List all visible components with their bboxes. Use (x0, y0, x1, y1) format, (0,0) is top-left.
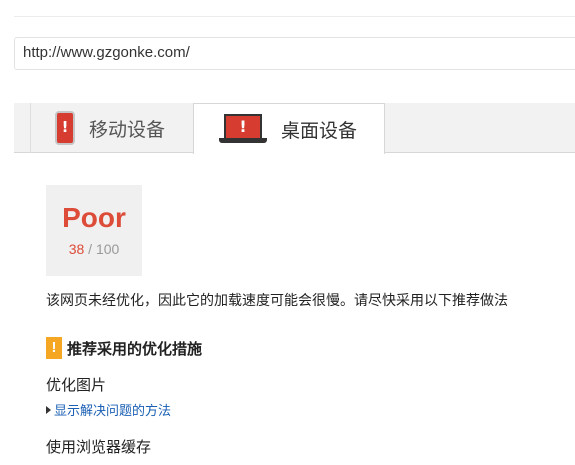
show-fix-link-label: 显示解决问题的方法 (54, 404, 172, 419)
score-separator: / (84, 241, 96, 257)
expand-triangle-icon (46, 405, 51, 414)
device-tabs: ! 移动设备 ! 桌面设备 (14, 103, 575, 154)
tab-desktop-label: 桌面设备 (281, 119, 358, 142)
rule-browser-caching: 使用浏览器缓存 (46, 438, 152, 456)
warning-icon: ! (46, 337, 62, 359)
tab-mobile[interactable]: ! 移动设备 (30, 103, 207, 153)
tab-mobile-label: 移动设备 (89, 118, 166, 141)
score-value: 38 (68, 241, 85, 257)
score-max: 100 (95, 241, 120, 257)
summary-text: 该网页未经优化，因此它的加载速度可能会很慢。请尽快采用以下推荐做法 (46, 293, 508, 309)
recommendations-heading-label: 推荐采用的优化措施 (67, 339, 203, 358)
recommendations-heading: ! 推荐采用的优化措施 (46, 337, 202, 359)
mobile-warning-icon: ! (55, 111, 75, 145)
url-input[interactable]: http://www.gzgonke.com/ (14, 37, 575, 70)
score-badge: Poor 38 / 100 (46, 185, 142, 276)
rule-optimize-images: 优化图片 (46, 376, 107, 394)
score-rating: Poor (62, 202, 126, 233)
top-divider (14, 16, 575, 17)
tab-desktop[interactable]: ! 桌面设备 (193, 103, 385, 154)
show-fix-link[interactable]: 显示解决问题的方法 (46, 400, 171, 419)
score-line: 38 / 100 (46, 241, 142, 257)
desktop-warning-icon: ! (219, 114, 267, 144)
